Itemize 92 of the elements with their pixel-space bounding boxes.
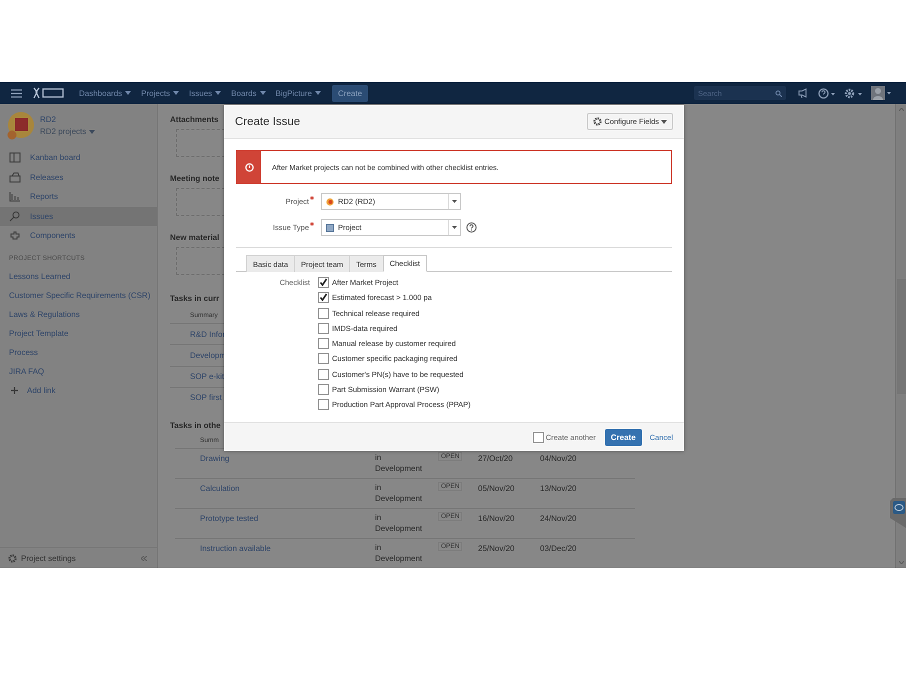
logo-icon[interactable] — [31, 87, 65, 99]
shortcut-link[interactable]: JIRA FAQ — [0, 362, 157, 380]
checkbox[interactable] — [318, 292, 329, 304]
help-icon[interactable] — [818, 88, 835, 98]
sidebar-nav-item[interactable]: Releases — [0, 168, 157, 187]
bar-chart-icon — [9, 191, 21, 202]
start-date: 25/Nov/20 — [478, 543, 516, 554]
project-icon — [326, 198, 334, 206]
create-button[interactable]: Create — [332, 84, 368, 102]
scrollbar[interactable] — [895, 104, 906, 568]
sidebar-nav-item[interactable]: Components — [0, 226, 157, 246]
section-title: Meeting note — [170, 174, 220, 184]
end-date: 03/Dec/20 — [540, 543, 578, 554]
end-date: 13/Nov/20 — [540, 483, 578, 493]
shortcut-link[interactable]: Laws & Regulations — [0, 304, 157, 324]
project-settings-button[interactable]: Project settings — [8, 554, 76, 562]
puzzle-icon — [9, 230, 21, 242]
avatar-icon[interactable] — [871, 86, 891, 100]
checkbox[interactable] — [318, 322, 329, 334]
nav-menu[interactable]: BigPicture — [270, 88, 326, 98]
caret-icon — [452, 226, 457, 229]
start-date: 27/Oct/20 — [478, 452, 514, 463]
caret-icon — [215, 91, 222, 95]
search-icon — [9, 210, 21, 222]
checkbox[interactable] — [318, 353, 329, 364]
task-link[interactable]: SOP first — [190, 393, 222, 402]
checkbox[interactable] — [318, 399, 329, 410]
start-date: 16/Nov/20 — [478, 513, 516, 524]
section-title: Attachments — [170, 115, 218, 124]
caret-icon — [89, 130, 96, 134]
checkbox[interactable] — [318, 308, 329, 319]
caret-icon — [315, 91, 321, 95]
megaphone-icon[interactable] — [798, 88, 809, 98]
issue-type-icon — [326, 224, 334, 232]
board-icon — [9, 152, 21, 164]
create-button[interactable]: Create — [604, 428, 642, 446]
task-status: in Development — [375, 542, 424, 564]
end-date: 04/Nov/20 — [540, 452, 578, 463]
sidebar-nav-item[interactable]: Reports — [0, 187, 157, 206]
task-link[interactable]: Instruction available — [175, 542, 375, 554]
caret-icon — [260, 91, 266, 95]
dialog-title: Create Issue — [235, 116, 300, 128]
sidebar-nav-item[interactable]: Issues — [0, 206, 157, 226]
task-link[interactable]: R&D Infor — [190, 330, 226, 339]
help-icon[interactable] — [466, 222, 477, 233]
settings-icon[interactable] — [844, 88, 862, 98]
error-icon — [244, 162, 254, 172]
shortcut-link[interactable]: Customer Specific Requirements (CSR) — [0, 286, 157, 304]
scroll-down-icon[interactable] — [898, 561, 904, 564]
settings-icon — [8, 554, 17, 562]
project-avatar-icon — [7, 112, 34, 140]
task-status: in Development — [375, 512, 424, 534]
checkbox[interactable] — [318, 338, 329, 350]
nav-menu[interactable]: Boards — [226, 88, 271, 98]
shortcut-link[interactable]: Process — [0, 342, 157, 362]
section-title: New material — [170, 233, 220, 242]
collapse-icon[interactable] — [141, 556, 147, 560]
task-status: in Development — [375, 482, 424, 504]
checkbox[interactable] — [318, 368, 329, 380]
section-title: Tasks in othe — [170, 420, 221, 430]
shortcut-link[interactable]: Project Template — [0, 324, 157, 342]
caret-icon — [452, 200, 457, 203]
menu-icon[interactable] — [11, 88, 22, 98]
add-link[interactable]: Add link — [18, 380, 64, 400]
nav-menu[interactable]: Projects — [136, 88, 184, 98]
checkbox[interactable] — [532, 432, 544, 443]
box-icon — [9, 172, 21, 183]
task-link[interactable]: Prototype tested — [175, 512, 375, 524]
scroll-up-icon[interactable] — [898, 108, 904, 111]
nav-menu[interactable]: Issues — [184, 88, 226, 98]
task-link[interactable]: Calculation — [175, 482, 375, 493]
checkbox[interactable] — [318, 277, 329, 288]
task-link[interactable]: Drawing — [175, 452, 375, 463]
remote-support-icon[interactable] — [890, 498, 906, 528]
checkbox[interactable] — [318, 384, 329, 396]
project-name[interactable]: RD2 — [40, 115, 96, 124]
section-title: Tasks in curr — [170, 294, 220, 304]
caret-icon — [125, 91, 132, 95]
task-link[interactable]: Developm — [190, 350, 226, 360]
task-link[interactable]: SOP e-kit — [190, 372, 224, 382]
caret-icon — [661, 120, 667, 124]
task-status: in Development — [375, 452, 424, 474]
start-date: 05/Nov/20 — [478, 483, 516, 493]
shortcut-link[interactable]: Lessons Learned — [0, 266, 157, 286]
sidebar-nav-item[interactable]: Kanban board — [0, 148, 157, 168]
end-date: 24/Nov/20 — [540, 513, 578, 524]
plus-icon[interactable] — [11, 386, 18, 394]
nav-menu[interactable]: Dashboards — [74, 88, 136, 98]
search-icon[interactable] — [775, 90, 782, 96]
project-switcher[interactable]: RD2 projects — [40, 127, 96, 136]
caret-icon — [173, 91, 180, 95]
settings-icon — [593, 117, 602, 126]
